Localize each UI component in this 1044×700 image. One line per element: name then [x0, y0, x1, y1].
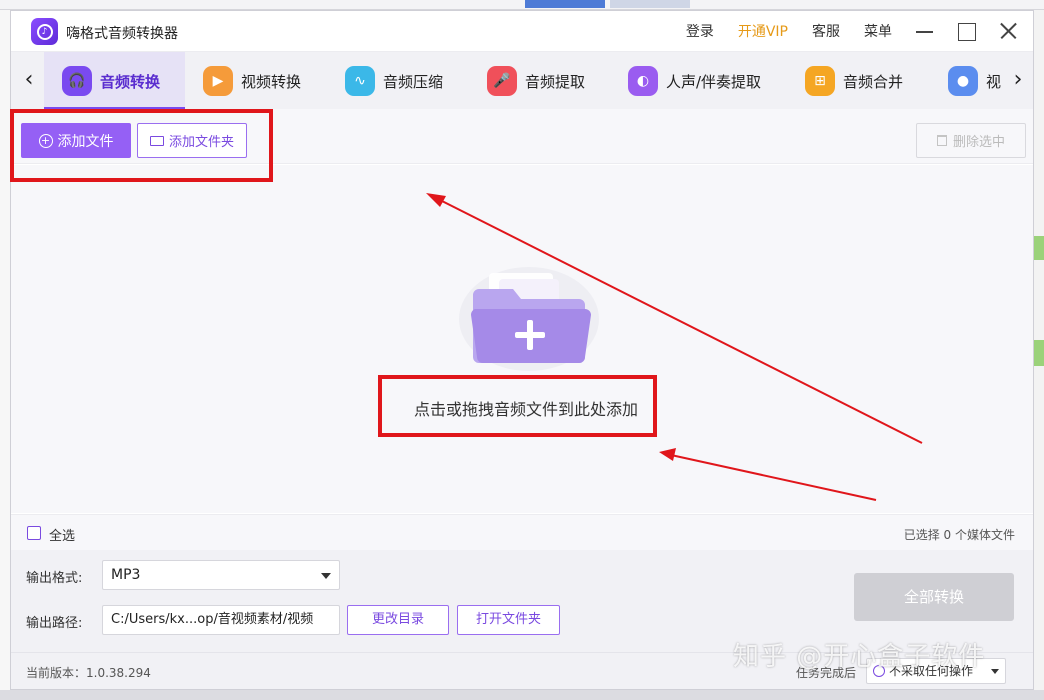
background-tab [525, 0, 605, 8]
tab-scroll-right-button[interactable]: › [1006, 66, 1030, 94]
selected-count-text: 已选择 0 个媒体文件 [903, 528, 1015, 542]
convert-all-button[interactable]: 全部转换 [854, 573, 1014, 621]
tab-audio-convert[interactable]: 🎧 音频转换 [44, 52, 185, 110]
app-logo-icon: ♪ [31, 18, 58, 45]
output-path-label: 输出路径: [26, 616, 83, 631]
file-drop-zone[interactable]: 点击或拖拽音频文件到此处添加 [11, 165, 1033, 513]
tab-audio-extract[interactable]: 🎤 音频提取 [487, 52, 585, 110]
watermark-text: 知乎 @开心盒子软件 [733, 642, 986, 672]
water-drop-icon: ● [948, 66, 978, 96]
version-text: 当前版本：1.0.38.294 [26, 666, 151, 680]
caret-down-icon [321, 573, 331, 579]
background-right-panel [1034, 10, 1044, 700]
tab-video-convert[interactable]: ▶ 视频转换 [203, 52, 301, 110]
headphones-icon: 🎧 [62, 66, 92, 96]
select-all-label[interactable]: 全选 [49, 525, 75, 544]
background-window-strip [0, 0, 1044, 10]
annotation-box-add-buttons [10, 109, 273, 182]
output-format-label: 输出格式: [26, 571, 83, 586]
minimize-button[interactable] [914, 21, 934, 41]
background-bar [1034, 340, 1044, 366]
annotation-box-drop-hint [378, 375, 657, 437]
microphone-icon: 🎤 [487, 66, 517, 96]
tab-audio-compress[interactable]: ∿ 音频压缩 [345, 52, 443, 110]
tab-audio-merge[interactable]: ⊞ 音频合并 [805, 52, 903, 110]
login-link[interactable]: 登录 [686, 21, 714, 41]
output-path-field[interactable]: C:/Users/kx...op/音视频素材/视频 [102, 605, 340, 635]
background-left-panel [0, 10, 10, 700]
background-taskbar [0, 690, 1044, 700]
selection-row: 全选 已选择 0 个媒体文件 [11, 514, 1033, 550]
title-bar: ♪ 嗨格式音频转换器 登录 开通VIP 客服 菜单 [11, 11, 1033, 51]
tab-scroll-left-button[interactable]: ‹ [17, 66, 41, 94]
merge-icon: ⊞ [805, 66, 835, 96]
change-directory-button[interactable]: 更改目录 [347, 605, 449, 635]
output-format-select[interactable]: MP3 [102, 560, 340, 590]
feature-tab-bar: ‹ 🎧 音频转换 ▶ 视频转换 ∿ 音频压缩 🎤 音频提取 ◐ 人声/伴奏提取 … [11, 51, 1033, 110]
menu-link[interactable]: 菜单 [864, 21, 892, 41]
background-tab [610, 0, 690, 8]
tab-vocal-extract[interactable]: ◐ 人声/伴奏提取 [628, 52, 761, 110]
caret-down-icon [991, 669, 999, 674]
select-all-checkbox[interactable] [27, 526, 41, 540]
title-actions: 登录 开通VIP 客服 菜单 [662, 11, 1018, 51]
video-camera-icon: ▶ [203, 66, 233, 96]
vip-link[interactable]: 开通VIP [738, 21, 788, 41]
background-bar [1034, 236, 1044, 260]
open-folder-button[interactable]: 打开文件夹 [457, 605, 560, 635]
close-button[interactable] [998, 21, 1018, 41]
tab-partial[interactable]: ● 视 [948, 52, 1001, 110]
delete-selected-button[interactable]: 删除选中 [916, 123, 1026, 158]
audio-wave-icon: ∿ [345, 66, 375, 96]
add-folder-illustration-icon [459, 267, 599, 371]
maximize-button[interactable] [956, 21, 976, 41]
customer-service-link[interactable]: 客服 [812, 21, 840, 41]
app-title: 嗨格式音频转换器 [66, 26, 178, 42]
trash-icon [936, 135, 947, 146]
voice-icon: ◐ [628, 66, 658, 96]
